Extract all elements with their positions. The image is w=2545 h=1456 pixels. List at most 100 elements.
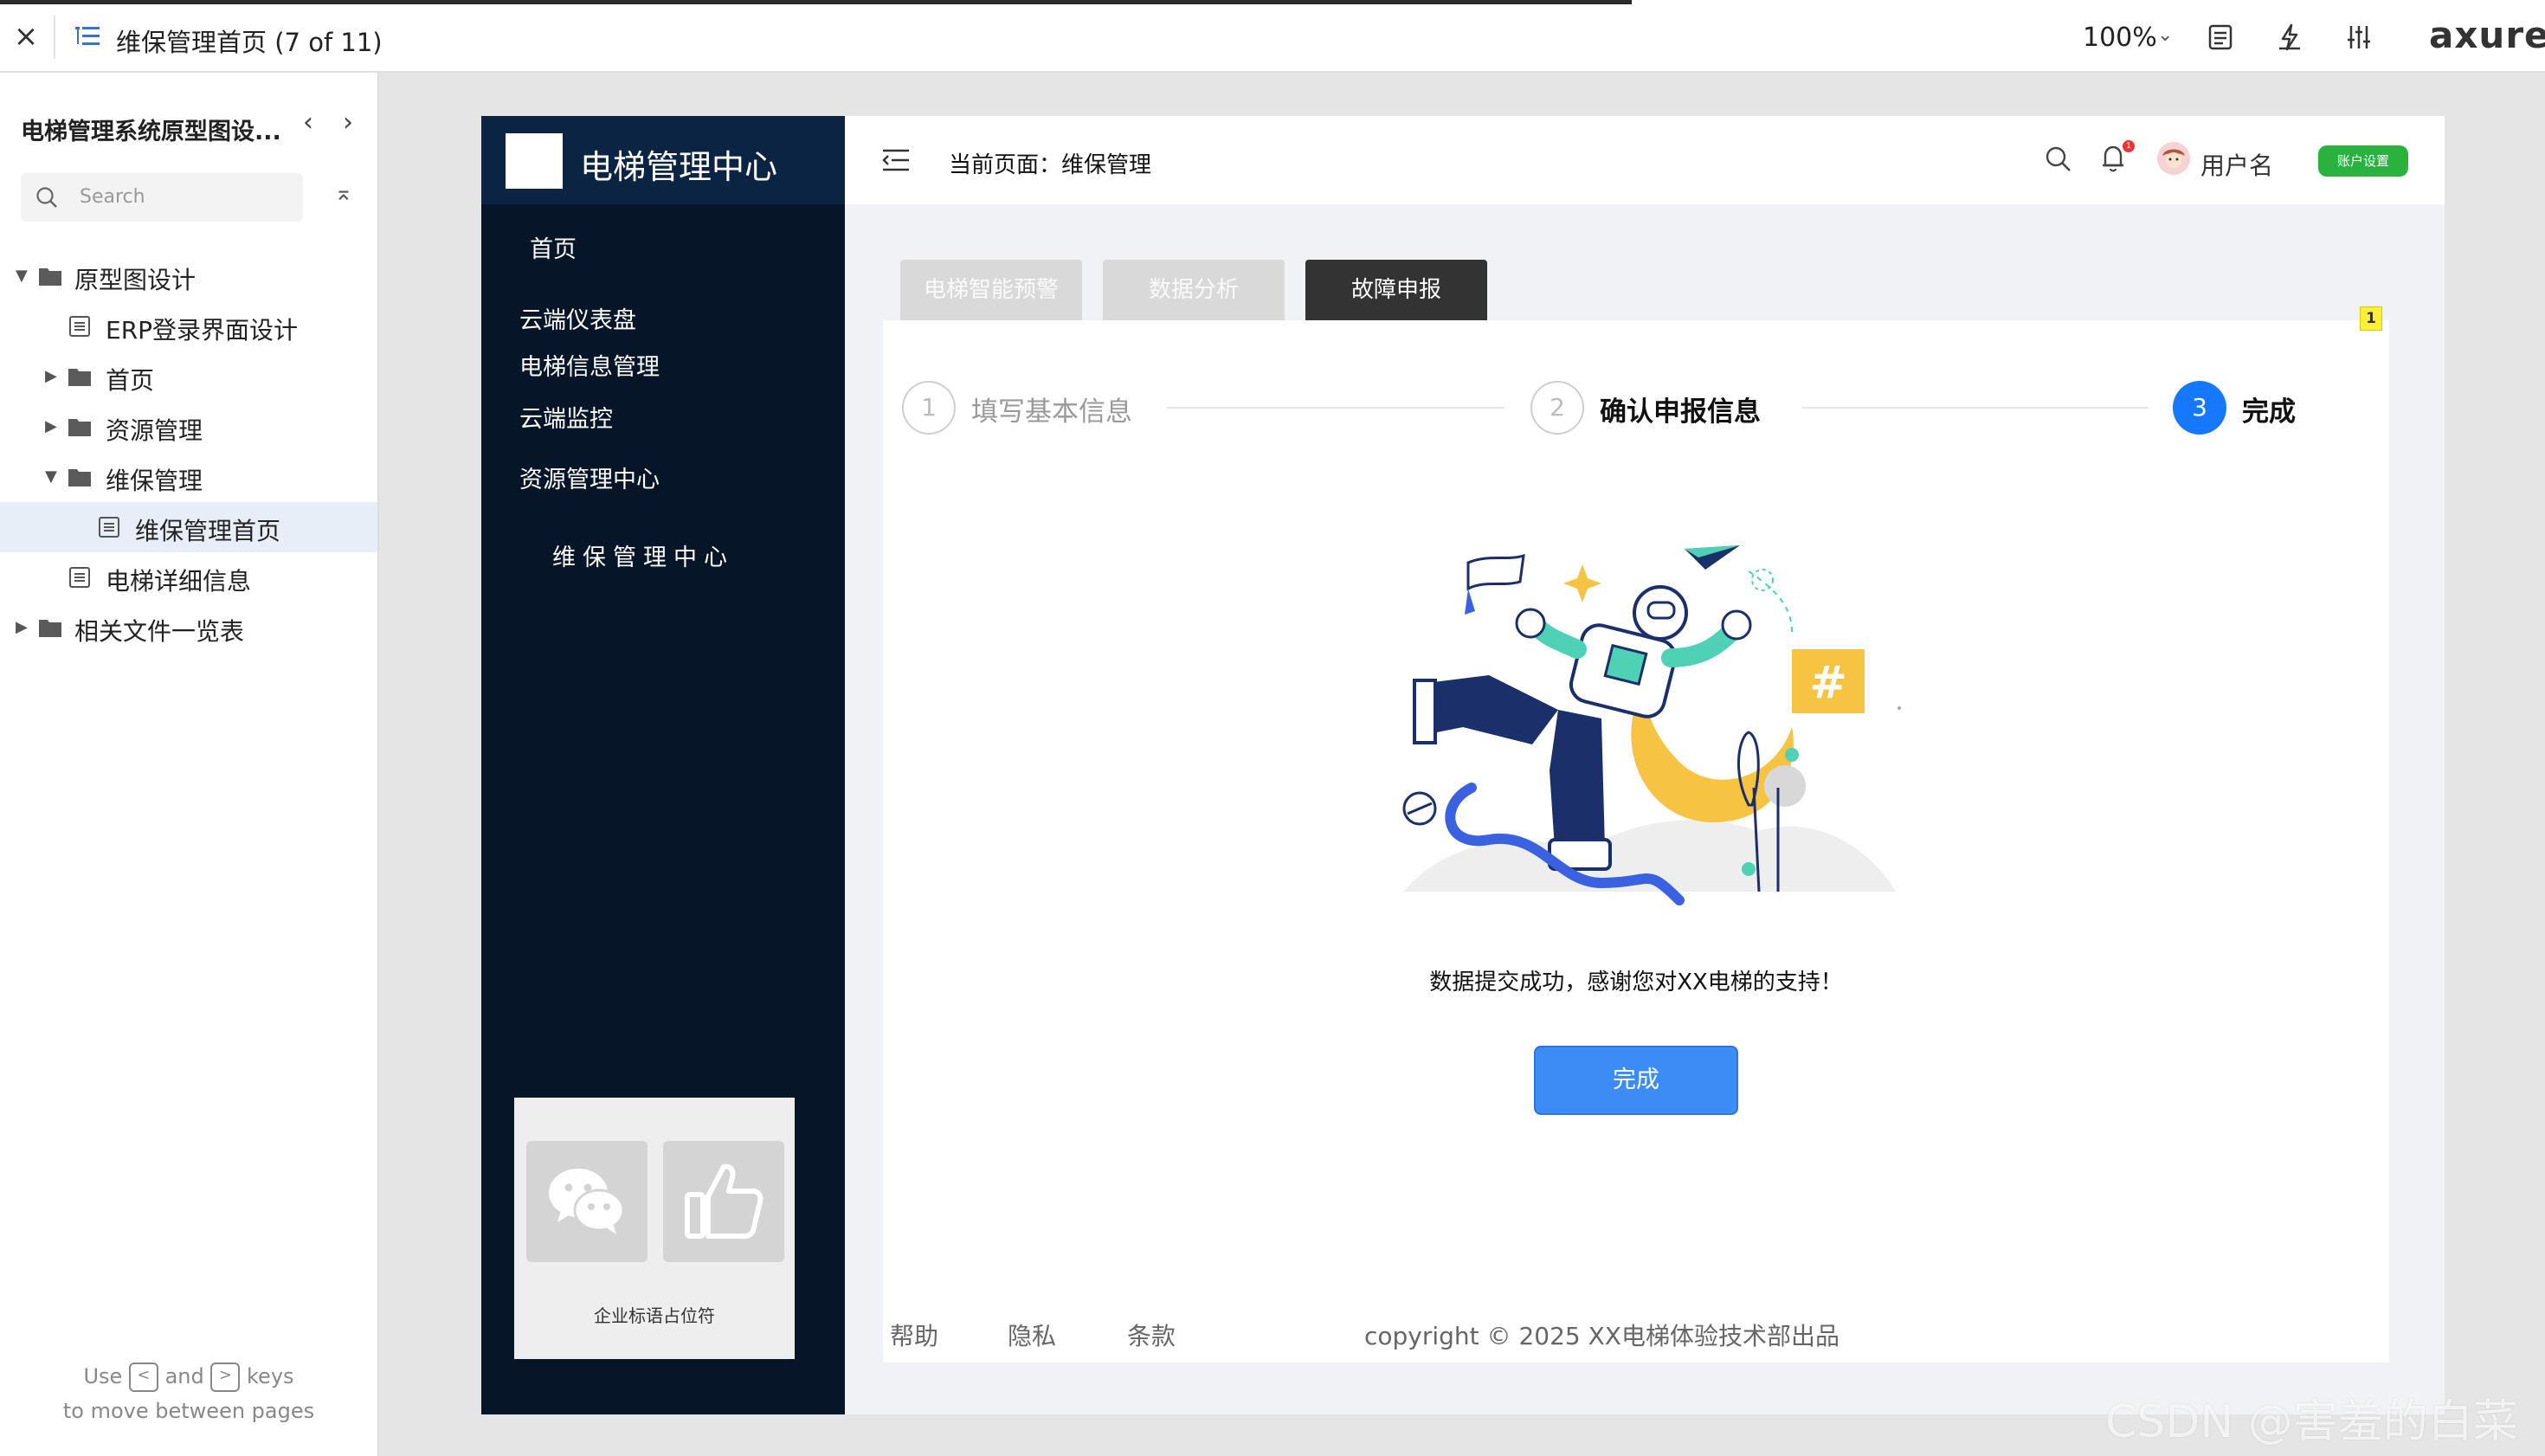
tree-item-maintenance[interactable]: ▼ 维保管理 [0, 452, 377, 502]
step-3-label: 完成 [2242, 396, 2296, 428]
caret-down-icon[interactable]: ▼ [45, 467, 57, 486]
note-badge[interactable]: 1 [2360, 306, 2382, 331]
tree-item-related-files[interactable]: ▶ 相关文件一览表 [0, 602, 377, 653]
collapse-all-icon[interactable]: ⌅ [334, 180, 353, 206]
thumbs-up-icon [685, 1163, 764, 1239]
menu-item-maintenance-center[interactable]: 维保管理中心 [552, 538, 734, 572]
slogan-card: 企业标语占位符 [514, 1098, 795, 1359]
menu-item-elevator-info[interactable]: 电梯信息管理 [519, 348, 660, 382]
keyboard-hint: Use < and > keys to move between pages [0, 1359, 377, 1428]
avatar-face-icon [2157, 142, 2190, 175]
caret-right-icon[interactable]: ▶ [45, 367, 57, 385]
axure-logo: axure [2429, 14, 2545, 56]
folder-icon [68, 419, 91, 436]
notes-icon[interactable] [2206, 23, 2235, 52]
current-page-title: 维保管理首页 (7 of 11) [116, 28, 383, 57]
step-2-label: 确认申报信息 [1600, 396, 1761, 428]
folder-icon [39, 620, 61, 637]
success-illustration: # [1402, 545, 1901, 905]
tree-item-home[interactable]: ▶ 首页 [0, 351, 377, 402]
page-icon [69, 567, 90, 588]
footer-copyright: copyright © 2025 XX电梯体验技术部出品 [1364, 1322, 1839, 1350]
hint-text: to move between pages [62, 1399, 315, 1423]
menu-item-resource-center[interactable]: 资源管理中心 [519, 461, 660, 494]
toolbar-divider [54, 16, 55, 59]
key-prev: < [128, 1363, 158, 1392]
next-page-icon[interactable]: › [343, 107, 353, 138]
footer-link-privacy[interactable]: 隐私 [1008, 1317, 1056, 1352]
folder-icon [68, 369, 91, 386]
tree-item-prototype[interactable]: ▼ 原型图设计 [0, 251, 377, 301]
avatar[interactable] [2157, 142, 2190, 175]
tab-data-analysis[interactable]: 数据分析 [1103, 260, 1285, 320]
tree-item-resources[interactable]: ▶ 资源管理 [0, 402, 377, 452]
search-icon[interactable] [2045, 145, 2072, 173]
tab-fault-report[interactable]: 故障申报 [1305, 260, 1487, 320]
step-1-circle: 1 [902, 381, 956, 435]
slogan-caption: 企业标语占位符 [594, 1305, 715, 1326]
tree-item-label: 电梯详细信息 [106, 567, 252, 596]
footer-link-help[interactable]: 帮助 [890, 1317, 938, 1352]
sitemap-panel: 电梯管理系统原型图设... ‹ › Search ⌅ ▼ 原型图设计 ERP登录… [0, 73, 379, 1456]
menu-item-dashboard[interactable]: 云端仪表盘 [519, 301, 636, 335]
project-name: 电梯管理系统原型图设... [21, 119, 280, 145]
search-placeholder: Search [80, 186, 145, 208]
username[interactable]: 用户名 [2200, 147, 2273, 182]
zoom-level[interactable]: 100% [2083, 23, 2157, 53]
tree-item-label: 相关文件一览表 [74, 617, 245, 646]
hint-text: and [164, 1364, 204, 1388]
csdn-watermark: CSDN @害羞的白菜 [2105, 1396, 2518, 1448]
fault-report-panel: 1 1 填写基本信息 2 确认申报信息 3 完成 # 数据提交成功，感谢您对XX… [883, 306, 2389, 1363]
tab-smart-warning[interactable]: 电梯智能预警 [900, 260, 1082, 320]
breadcrumb: 当前页面：维保管理 [949, 152, 1152, 178]
caret-right-icon[interactable]: ▶ [45, 417, 57, 435]
footer-link-terms[interactable]: 条款 [1127, 1317, 1176, 1352]
tree-item-label: 首页 [106, 366, 155, 395]
step-3-circle: 3 [2173, 381, 2226, 435]
logo-placeholder [506, 133, 563, 189]
caret-down-icon[interactable]: ▼ [16, 267, 28, 285]
success-message: 数据提交成功，感谢您对XX电梯的支持！ [1429, 970, 1843, 995]
page-icon [99, 517, 119, 538]
step-2-circle: 2 [1530, 381, 1584, 435]
svg-text:#: # [1809, 657, 1847, 709]
tree-item-elevator-detail[interactable]: 电梯详细信息 [0, 552, 377, 602]
caret-right-icon[interactable]: ▶ [16, 618, 28, 636]
prototype-canvas: 电梯管理中心 首页 云端仪表盘 电梯信息管理 云端监控 资源管理中心 维保管理中… [481, 116, 2445, 1414]
menu-fold-icon[interactable] [881, 147, 911, 173]
brand-name: 电梯管理中心 [580, 148, 778, 186]
tree-item-label: 维保管理首页 [135, 517, 281, 545]
like-tile[interactable] [663, 1141, 784, 1262]
step-connector [1802, 407, 2149, 409]
account-settings-button[interactable]: 账户设置 [2318, 145, 2408, 177]
menu-item-home[interactable]: 首页 [530, 230, 577, 264]
tree-item-erp-login[interactable]: ERP登录界面设计 [0, 301, 377, 351]
tree-item-label: 维保管理 [106, 467, 203, 495]
step-1-label: 填写基本信息 [971, 396, 1132, 428]
hotspots-off-icon[interactable] [2275, 23, 2304, 52]
tree-item-maintenance-home[interactable]: 维保管理首页 [0, 502, 377, 552]
step-connector [1167, 407, 1504, 409]
tree-item-label: ERP登录界面设计 [106, 316, 299, 345]
app-sidebar: 电梯管理中心 首页 云端仪表盘 电梯信息管理 云端监控 资源管理中心 维保管理中… [481, 116, 845, 1414]
page-icon [69, 316, 90, 337]
settings-sliders-icon[interactable] [2344, 23, 2374, 52]
folder-icon [39, 268, 61, 286]
key-next: > [210, 1363, 241, 1392]
notification-badge: 1 [2123, 140, 2135, 152]
close-icon[interactable]: × [10, 21, 42, 52]
hint-text: keys [247, 1364, 294, 1388]
wechat-icon [549, 1169, 625, 1234]
menu-item-monitoring[interactable]: 云端监控 [519, 400, 613, 434]
brand-bar: 电梯管理中心 [481, 116, 845, 204]
folder-icon [68, 469, 91, 486]
axure-toolbar: × 维保管理首页 (7 of 11) 100% ⌄ axure [0, 0, 2545, 73]
chevron-down-icon[interactable]: ⌄ [2157, 24, 2173, 46]
tree-item-label: 原型图设计 [74, 266, 197, 294]
sitemap-search[interactable]: Search [21, 173, 303, 222]
pages-list-icon[interactable] [74, 24, 100, 48]
wechat-tile[interactable] [526, 1141, 648, 1262]
search-icon [36, 187, 57, 208]
done-button[interactable]: 完成 [1534, 1046, 1738, 1115]
prev-page-icon[interactable]: ‹ [303, 107, 313, 138]
